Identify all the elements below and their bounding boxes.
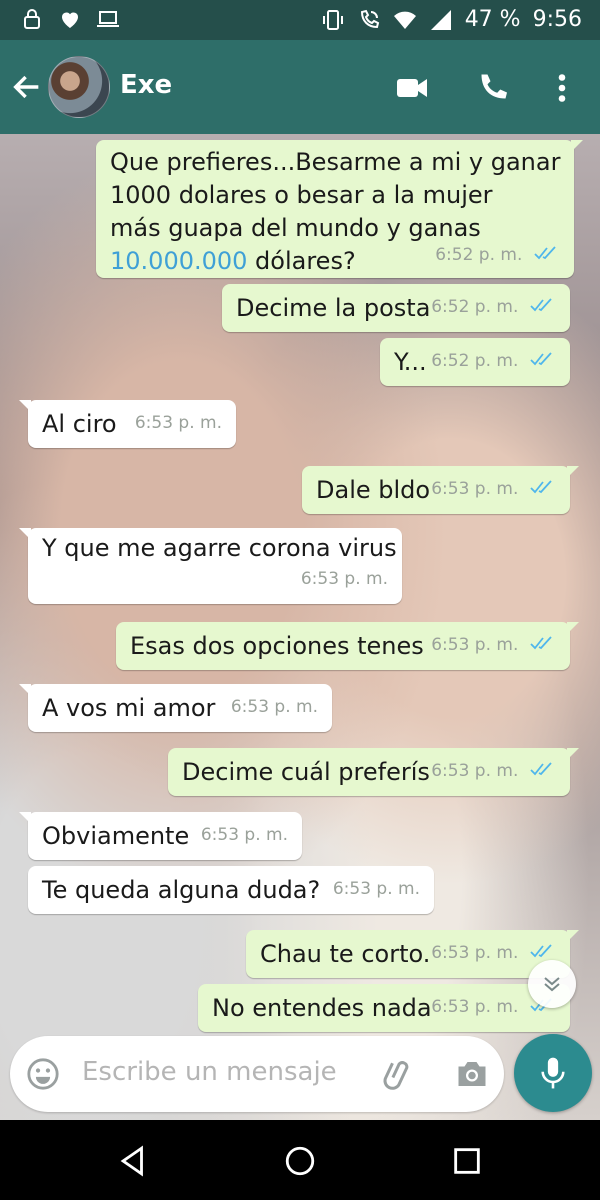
message-input[interactable]: Escribe un mensaje xyxy=(82,1057,337,1087)
status-bar: 47 % 9:56 xyxy=(0,0,600,40)
chat-area[interactable]: Que prefieres...Besarme a mi y ganar 100… xyxy=(0,134,600,1120)
attach-icon[interactable] xyxy=(380,1056,416,1092)
message-text-line: 1000 dolares o besar a la mujer xyxy=(110,181,493,209)
message-time: 6:53 p. m. xyxy=(431,479,519,499)
message-meta: 6:53 p. m. xyxy=(417,626,556,662)
nav-home-icon[interactable] xyxy=(283,1144,317,1178)
message-meta: 6:52 p. m. xyxy=(421,236,560,272)
heart-icon xyxy=(62,12,78,28)
more-vert-icon[interactable] xyxy=(544,70,580,106)
message-text-line: dólares? xyxy=(247,247,356,275)
message-meta: 6:53 p. m. xyxy=(417,470,556,506)
message-meta: 6:53 p. m. xyxy=(217,688,318,724)
message-outgoing[interactable]: Decime cuál preferís 6:53 p. m. xyxy=(168,748,579,796)
message-meta: 6:53 p. m. xyxy=(121,404,222,440)
message-incoming[interactable]: Y que me agarre corona virus 6:53 p. m. xyxy=(19,528,402,604)
message-meta: 6:53 p. m. xyxy=(319,870,420,906)
message-outgoing[interactable]: Y... 6:52 p. m. xyxy=(380,338,570,386)
clock: 9:56 xyxy=(532,7,582,32)
lock-icon xyxy=(24,9,40,29)
message-text: Esas dos opciones tenes xyxy=(130,632,424,660)
wifi-call-icon xyxy=(360,9,379,28)
message-time: 6:53 p. m. xyxy=(300,569,388,589)
message-incoming[interactable]: Al ciro 6:53 p. m. xyxy=(19,400,236,448)
message-time: 6:53 p. m. xyxy=(332,879,420,899)
message-text: A vos mi amor xyxy=(42,694,216,722)
message-outgoing[interactable]: No entendes nada 6:53 p. m. xyxy=(198,984,570,1032)
battery-level: 47 % xyxy=(464,7,521,32)
message-time: 6:53 p. m. xyxy=(200,825,288,845)
signal-icon xyxy=(430,9,451,30)
scroll-to-bottom-button[interactable] xyxy=(528,960,576,1008)
message-time: 6:53 p. m. xyxy=(230,697,318,717)
mic-button[interactable] xyxy=(514,1034,592,1112)
message-time: 6:53 p. m. xyxy=(431,761,519,781)
system-nav-bar xyxy=(0,1120,600,1200)
wifi-icon xyxy=(393,11,416,29)
message-text: Dale bldo xyxy=(316,476,431,504)
mic-icon xyxy=(541,1057,565,1089)
message-text: Obviamente xyxy=(42,822,190,850)
video-call-icon[interactable] xyxy=(394,70,430,106)
message-composer[interactable]: Escribe un mensaje xyxy=(10,1036,504,1112)
message-time: 6:53 p. m. xyxy=(431,943,519,963)
avatar[interactable] xyxy=(48,56,110,118)
message-outgoing[interactable]: Dale bldo 6:53 p. m. xyxy=(302,466,579,514)
message-time: 6:52 p. m. xyxy=(435,245,523,265)
nav-recents-icon[interactable] xyxy=(450,1144,484,1178)
message-meta: 6:53 p. m. xyxy=(287,560,388,596)
message-text: Chau te corto. xyxy=(260,940,431,968)
message-incoming[interactable]: Obviamente 6:53 p. m. xyxy=(19,812,302,860)
message-incoming[interactable]: Te queda alguna duda? 6:53 p. m. xyxy=(28,866,434,914)
message-text-line: Que prefieres...Besarme a mi y ganar xyxy=(110,148,561,176)
message-text: No entendes nada xyxy=(212,994,432,1022)
message-text: Al ciro xyxy=(42,410,117,438)
message-meta: 6:53 p. m. xyxy=(417,752,556,788)
message-meta: 6:52 p. m. xyxy=(417,288,556,324)
message-incoming[interactable]: A vos mi amor 6:53 p. m. xyxy=(19,684,332,732)
message-meta: 6:52 p. m. xyxy=(417,342,556,378)
message-time: 6:52 p. m. xyxy=(431,297,519,317)
number-link[interactable]: 10.000.000 xyxy=(110,247,247,275)
message-text: Decime cuál preferís xyxy=(182,758,430,786)
double-check-icon xyxy=(534,246,556,260)
back-arrow-icon[interactable] xyxy=(10,70,44,104)
contact-name[interactable]: Exe xyxy=(120,70,172,100)
message-outgoing[interactable]: Chau te corto. 6:53 p. m. xyxy=(246,930,579,978)
message-outgoing[interactable]: Esas dos opciones tenes 6:53 p. m. xyxy=(116,622,579,670)
message-meta: 6:53 p. m. xyxy=(187,816,288,852)
double-chevron-down-icon xyxy=(544,977,560,992)
chat-header: Exe xyxy=(0,40,600,134)
message-time: 6:53 p. m. xyxy=(431,635,519,655)
nav-back-icon[interactable] xyxy=(116,1144,150,1178)
message-text: Te queda alguna duda? xyxy=(42,876,321,904)
phone-icon[interactable] xyxy=(474,70,510,106)
message-text: Decime la posta xyxy=(236,294,431,322)
message-time: 6:53 p. m. xyxy=(431,997,519,1017)
message-time: 6:52 p. m. xyxy=(431,351,519,371)
vibrate-icon xyxy=(322,9,343,30)
emoji-icon[interactable] xyxy=(26,1057,60,1091)
camera-icon[interactable] xyxy=(454,1056,490,1092)
message-outgoing[interactable]: Que prefieres...Besarme a mi y ganar 100… xyxy=(96,140,583,278)
double-check-icon xyxy=(530,944,552,958)
message-time: 6:53 p. m. xyxy=(134,413,222,433)
double-check-icon xyxy=(530,352,552,366)
message-text: Y que me agarre corona virus xyxy=(42,534,397,562)
message-outgoing[interactable]: Decime la posta 6:52 p. m. xyxy=(222,284,570,332)
double-check-icon xyxy=(530,762,552,776)
double-check-icon xyxy=(530,480,552,494)
double-check-icon xyxy=(530,636,552,650)
double-check-icon xyxy=(530,298,552,312)
message-meta: 6:53 p. m. xyxy=(417,934,556,970)
laptop-icon xyxy=(97,11,119,27)
